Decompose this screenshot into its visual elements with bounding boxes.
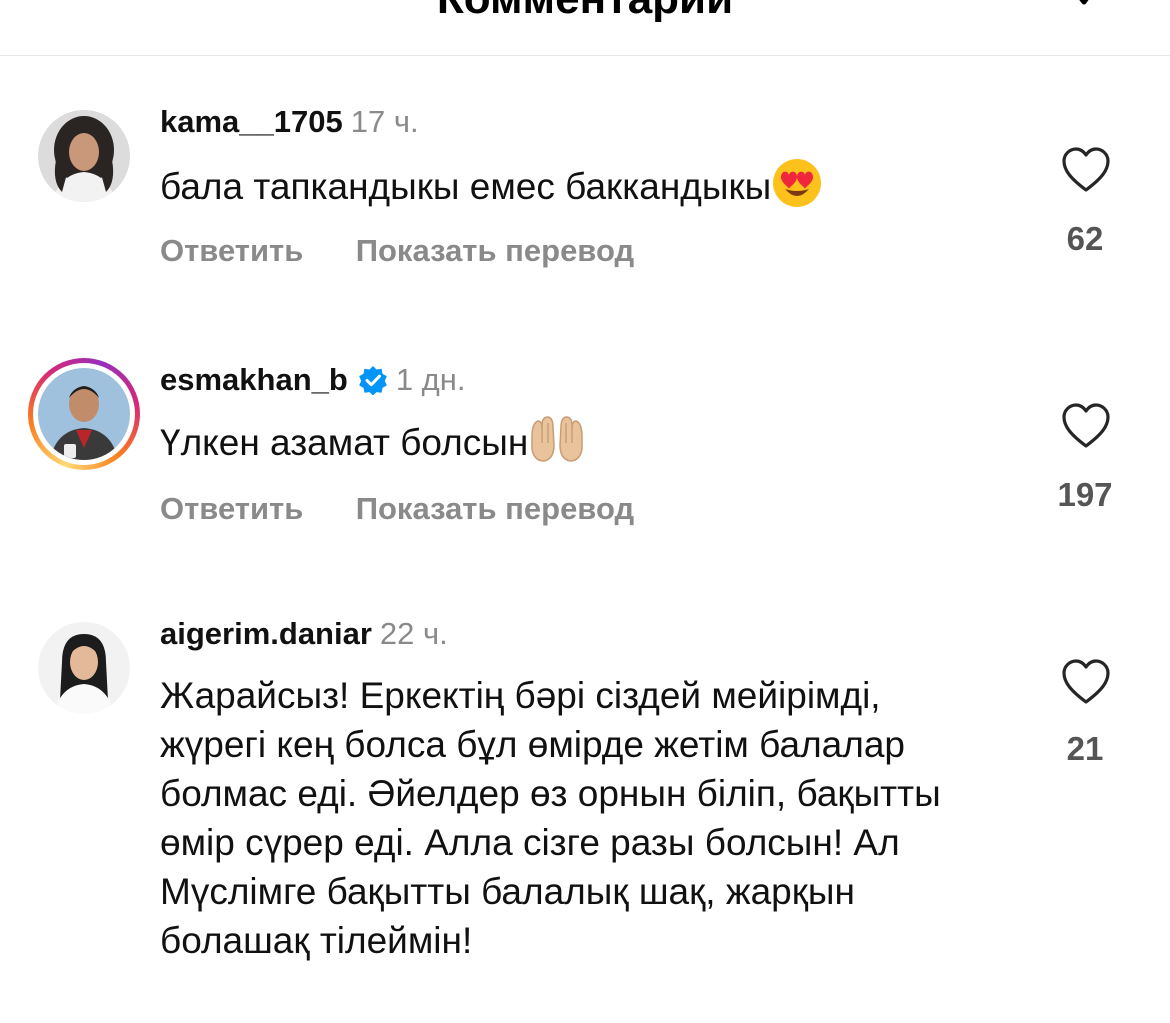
- avatar[interactable]: [28, 612, 140, 724]
- palms-up-together-emoji-icon: [531, 416, 584, 462]
- avatar[interactable]: [28, 358, 140, 470]
- heart-outline-icon[interactable]: [1060, 146, 1112, 194]
- avatar-image: [38, 110, 130, 202]
- comment-username[interactable]: aigerim.daniar: [160, 616, 372, 651]
- like-count: 197: [1057, 476, 1113, 513]
- heart-outline-icon[interactable]: [1060, 402, 1112, 450]
- comment-meta: esmakhan_b 1 дн.: [160, 362, 466, 406]
- show-translation-button[interactable]: Показать перевод: [356, 233, 634, 269]
- heart-eyes-emoji-icon: [773, 159, 822, 207]
- comment-meta: kama__1705 17 ч.: [160, 104, 419, 148]
- verified-badge-icon: [359, 366, 387, 395]
- checkmark-icon[interactable]: [1062, 0, 1112, 20]
- comment-username[interactable]: kama__1705: [160, 104, 343, 139]
- comment-text-content: бала тапкандыкы емес баккандыкы: [160, 166, 772, 207]
- like-count: 62: [1066, 220, 1104, 257]
- comment-actions: Ответить Показать перевод: [160, 491, 682, 527]
- comments-header: Комментарии: [0, 0, 1170, 56]
- comment-time: 17 ч.: [350, 104, 419, 139]
- comment-text: Үлкен азамат болсын: [160, 415, 990, 467]
- reply-button[interactable]: Ответить: [160, 491, 303, 527]
- reply-button[interactable]: Ответить: [160, 233, 303, 269]
- comments-screen: Комментарии kama__170517 ч. бала тапканд…: [0, 0, 1170, 1023]
- like-count: 21: [1066, 730, 1104, 767]
- comment-text: Жарайсыз! Еркектің бәрі сіздей мейірімді…: [160, 675, 941, 961]
- comment-text: бала тапкандыкы емес баккандыкы: [160, 157, 990, 211]
- header-title: Комментарии: [0, 0, 1170, 24]
- show-translation-button[interactable]: Показать перевод: [356, 491, 634, 527]
- comment-text-content: Үлкен азамат болсын: [160, 422, 529, 463]
- comment-meta: aigerim.daniar 22 ч.: [160, 616, 448, 660]
- comment-actions: Ответить Показать перевод: [160, 233, 682, 269]
- heart-outline-icon[interactable]: [1060, 658, 1112, 706]
- avatar[interactable]: [28, 100, 140, 212]
- comment-username[interactable]: esmakhan_b: [160, 362, 348, 397]
- avatar-image: [38, 368, 130, 460]
- comment-time: 1 дн.: [395, 362, 466, 397]
- comment-time: 22 ч.: [379, 616, 448, 651]
- avatar-image: [38, 622, 130, 714]
